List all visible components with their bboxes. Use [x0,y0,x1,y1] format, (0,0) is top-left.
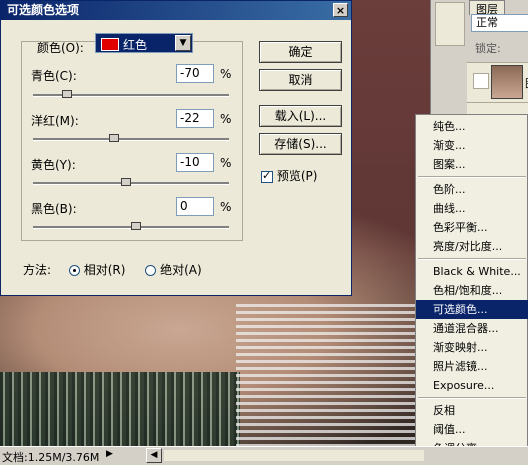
preview-checkbox[interactable] [261,169,273,183]
status-menu-arrow-icon[interactable]: ▶ [106,449,113,459]
yellow-slider-track[interactable] [33,178,229,186]
selective-color-dialog: 可选颜色选项 × 颜色(O): 红色 ▼ 青色(C): -70 % 洋红(M):… [0,0,352,296]
ok-button[interactable]: 确定 [259,41,342,63]
cyan-slider-track[interactable] [33,90,229,98]
colors-dropdown[interactable]: 红色 ▼ [95,33,193,53]
menu-item[interactable]: 亮度/对比度... [416,237,528,256]
tab-layers[interactable]: 图层 [469,0,505,16]
colors-value: 红色 [123,38,148,52]
black-unit: % [220,200,232,214]
document-size: 文档:1.25M/3.76M [2,451,100,464]
menu-separator [418,258,526,260]
black-label: 黑色(B): [31,202,77,216]
absolute-label: 绝对(A) [160,263,202,277]
horizontal-scrollbar[interactable] [164,450,424,461]
black-slider-track[interactable] [33,222,229,230]
scroll-left-icon[interactable]: ◀ [146,448,162,463]
menu-item[interactable]: 渐变... [416,136,528,155]
yellow-unit: % [220,156,232,170]
colors-label: 颜色(O): [37,41,84,55]
method-row: 方法: 相对(R) 绝对(A) [23,261,202,278]
status-bar: 文档:1.25M/3.76M ▶ ◀ [0,446,528,465]
panel-tool-icon[interactable] [435,2,465,46]
preview-checkbox-row[interactable]: 预览(P) [261,167,317,184]
layer-thumbnail [491,65,523,99]
magenta-input[interactable]: -22 [176,109,214,128]
magenta-slider-track[interactable] [33,134,229,142]
load-button[interactable]: 载入(L)... [259,105,342,127]
layers-panel: 图层 正常 锁定: 图 [430,0,528,131]
menu-item[interactable]: 图案... [416,155,528,174]
cyan-label: 青色(C): [31,69,77,83]
menu-item[interactable]: 色相/饱和度... [416,281,528,300]
menu-item[interactable]: 通道混合器... [416,319,528,338]
magenta-unit: % [220,112,232,126]
blend-mode-select[interactable]: 正常 [471,14,528,32]
magenta-label: 洋红(M): [31,114,79,128]
visibility-icon[interactable] [473,73,489,89]
menu-item[interactable]: 照片滤镜... [416,357,528,376]
canvas-sweater-area [0,372,240,446]
method-label: 方法: [23,263,52,277]
menu-item[interactable]: 色阶... [416,180,528,199]
yellow-label: 黄色(Y): [31,158,76,172]
menu-item[interactable]: 可选颜色... [416,300,528,319]
relative-label: 相对(R) [83,263,126,277]
adjustment-menu: 纯色... 渐变... 图案... 色阶... 曲线... 色彩平衡... 亮度/对比度..… [415,114,528,455]
menu-item[interactable]: 反相 [416,401,528,420]
dialog-title-bar: 可选颜色选项 × [1,1,351,20]
dialog-title: 可选颜色选项 [7,3,80,17]
preview-label: 预览(P) [276,169,318,183]
black-input[interactable]: 0 [176,197,214,216]
layer-row[interactable]: 图 [467,62,528,103]
yellow-input[interactable]: -10 [176,153,214,172]
menu-separator [418,397,526,399]
cyan-input[interactable]: -70 [176,64,214,83]
cyan-unit: % [220,67,232,81]
menu-item[interactable]: 纯色... [416,117,528,136]
color-swatch [101,38,119,51]
menu-item[interactable]: 色彩平衡... [416,218,528,237]
menu-item[interactable]: 曲线... [416,199,528,218]
menu-item[interactable]: Exposure... [416,376,528,395]
menu-item[interactable]: 渐变映射... [416,338,528,357]
lock-label: 锁定: [475,42,501,55]
save-button[interactable]: 存储(S)... [259,133,342,155]
chevron-down-icon[interactable]: ▼ [175,35,191,51]
cancel-button[interactable]: 取消 [259,69,342,91]
menu-item[interactable]: 阈值... [416,420,528,439]
menu-item[interactable]: Black & White... [416,262,528,281]
absolute-radio[interactable] [145,265,157,276]
menu-separator [418,176,526,178]
canvas-watermark-stripes [236,300,426,450]
relative-radio[interactable] [68,265,80,276]
close-button[interactable]: × [333,3,348,17]
